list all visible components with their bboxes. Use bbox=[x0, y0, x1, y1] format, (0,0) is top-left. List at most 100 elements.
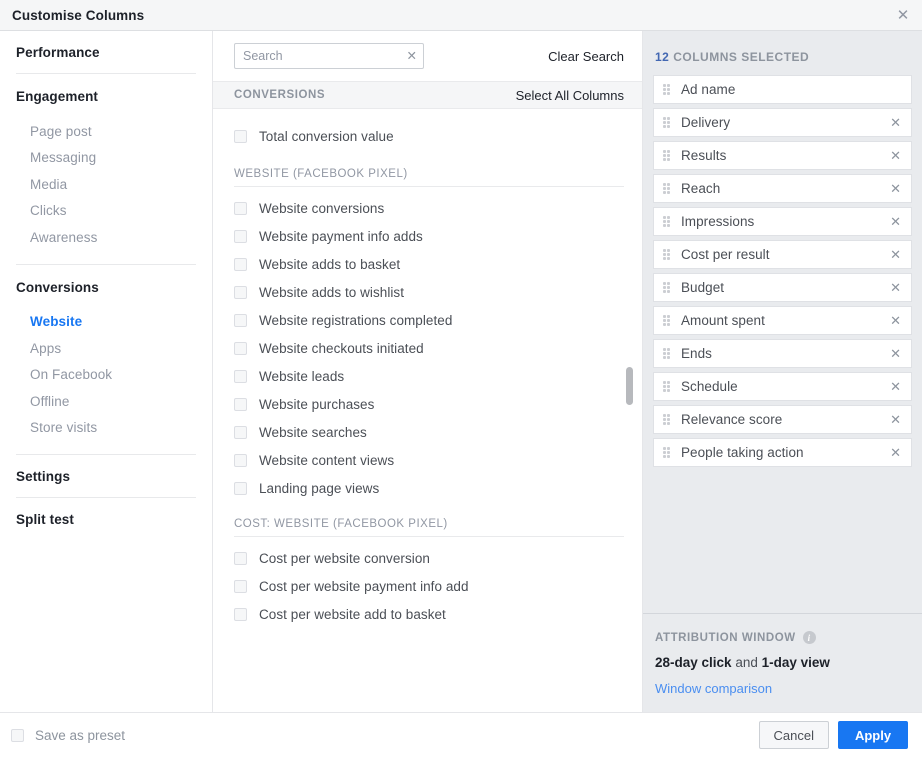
option-row[interactable]: Website leads bbox=[234, 362, 624, 390]
selected-column-chip[interactable]: Ends ✕ bbox=[653, 339, 912, 368]
selected-column-label: People taking action bbox=[681, 445, 804, 460]
sidebar-item-media[interactable]: Media bbox=[16, 171, 196, 198]
checkbox-box bbox=[11, 728, 24, 742]
clear-search-button[interactable]: Clear Search bbox=[548, 49, 624, 64]
sidebar-item-messaging[interactable]: Messaging bbox=[16, 145, 196, 172]
drag-handle-icon[interactable] bbox=[663, 348, 671, 359]
sidebar-item-clicks[interactable]: Clicks bbox=[16, 198, 196, 225]
sidebar-heading-conversions[interactable]: Conversions bbox=[16, 265, 196, 309]
checkbox-box[interactable] bbox=[234, 453, 247, 467]
option-row[interactable]: Total conversion value bbox=[234, 122, 624, 150]
option-row[interactable]: Website purchases bbox=[234, 390, 624, 418]
checkbox-box[interactable] bbox=[234, 425, 247, 439]
close-icon[interactable]: ✕ bbox=[892, 4, 914, 26]
selected-column-chip[interactable]: People taking action ✕ bbox=[653, 438, 912, 467]
option-row[interactable]: Website conversions bbox=[234, 194, 624, 222]
option-row[interactable]: Website adds to basket bbox=[234, 250, 624, 278]
checkbox-box[interactable] bbox=[234, 201, 247, 215]
drag-handle-icon[interactable] bbox=[663, 249, 671, 260]
drag-handle-icon[interactable] bbox=[663, 414, 671, 425]
sidebar-item-apps[interactable]: Apps bbox=[16, 335, 196, 362]
window-comparison-link[interactable]: Window comparison bbox=[655, 681, 910, 696]
apply-button[interactable]: Apply bbox=[838, 721, 908, 749]
search-input[interactable] bbox=[234, 43, 424, 69]
selected-column-chip[interactable]: Budget ✕ bbox=[653, 273, 912, 302]
sidebar-heading-engagement[interactable]: Engagement bbox=[16, 74, 196, 118]
remove-column-icon[interactable]: ✕ bbox=[888, 248, 903, 261]
remove-column-icon[interactable]: ✕ bbox=[888, 281, 903, 294]
footer-buttons: Cancel Apply bbox=[758, 721, 908, 749]
sidebar-item-awareness[interactable]: Awareness bbox=[16, 224, 196, 251]
attribution-value: 28-day click and 1-day view bbox=[655, 655, 910, 670]
option-row[interactable]: Cost per website add to basket bbox=[234, 600, 624, 628]
selected-column-chip[interactable]: Relevance score ✕ bbox=[653, 405, 912, 434]
selected-column-chip[interactable]: Results ✕ bbox=[653, 141, 912, 170]
checkbox-box[interactable] bbox=[234, 397, 247, 411]
drag-handle-icon[interactable] bbox=[663, 282, 671, 293]
attribution-heading-label: ATTRIBUTION WINDOW bbox=[655, 631, 796, 644]
selected-column-chip[interactable]: Ad name bbox=[653, 75, 912, 104]
sidebar-item-store-visits[interactable]: Store visits bbox=[16, 415, 196, 442]
checkbox-box[interactable] bbox=[234, 285, 247, 299]
option-row[interactable]: Website checkouts initiated bbox=[234, 334, 624, 362]
drag-handle-icon[interactable] bbox=[663, 381, 671, 392]
drag-handle-icon[interactable] bbox=[663, 183, 671, 194]
checkbox-box[interactable] bbox=[234, 341, 247, 355]
options-scrollbar-thumb[interactable] bbox=[626, 367, 633, 405]
checkbox-box[interactable] bbox=[234, 313, 247, 327]
save-as-preset-checkbox[interactable]: Save as preset bbox=[11, 728, 125, 743]
cancel-button[interactable]: Cancel bbox=[758, 721, 829, 749]
select-all-columns-button[interactable]: Select All Columns bbox=[516, 88, 624, 103]
remove-column-icon[interactable]: ✕ bbox=[888, 380, 903, 393]
sidebar-item-offline[interactable]: Offline bbox=[16, 388, 196, 415]
search-clear-icon[interactable]: ✕ bbox=[407, 50, 417, 63]
drag-handle-icon[interactable] bbox=[663, 84, 671, 95]
option-row[interactable]: Website searches bbox=[234, 418, 624, 446]
drag-handle-icon[interactable] bbox=[663, 117, 671, 128]
selected-column-chip[interactable]: Schedule ✕ bbox=[653, 372, 912, 401]
remove-column-icon[interactable]: ✕ bbox=[888, 215, 903, 228]
sidebar-item-on-facebook[interactable]: On Facebook bbox=[16, 362, 196, 389]
drag-handle-icon[interactable] bbox=[663, 150, 671, 161]
options-list: Total conversion value WEBSITE (FACEBOOK … bbox=[213, 109, 642, 712]
category-sidebar: Performance Engagement Page post Messaging M… bbox=[0, 31, 213, 712]
drag-handle-icon[interactable] bbox=[663, 447, 671, 458]
info-icon[interactable]: i bbox=[802, 631, 816, 644]
checkbox-box[interactable] bbox=[234, 607, 247, 621]
selected-column-chip[interactable]: Impressions ✕ bbox=[653, 207, 912, 236]
remove-column-icon[interactable]: ✕ bbox=[888, 116, 903, 129]
drag-handle-icon[interactable] bbox=[663, 216, 671, 227]
checkbox-box[interactable] bbox=[234, 579, 247, 593]
checkbox-box[interactable] bbox=[234, 551, 247, 565]
sidebar-item-website[interactable]: Website bbox=[16, 309, 196, 336]
checkbox-box[interactable] bbox=[234, 369, 247, 383]
selected-column-chip[interactable]: Delivery ✕ bbox=[653, 108, 912, 137]
checkbox-box[interactable] bbox=[234, 229, 247, 243]
remove-column-icon[interactable]: ✕ bbox=[888, 314, 903, 327]
remove-column-icon[interactable]: ✕ bbox=[888, 446, 903, 459]
sidebar-item-page-post[interactable]: Page post bbox=[16, 118, 196, 145]
option-row[interactable]: Website payment info adds bbox=[234, 222, 624, 250]
checkbox-box[interactable] bbox=[234, 257, 247, 271]
remove-column-icon[interactable]: ✕ bbox=[888, 182, 903, 195]
option-row[interactable]: Website content views bbox=[234, 446, 624, 474]
option-row[interactable]: Website adds to wishlist bbox=[234, 278, 624, 306]
option-row[interactable]: Cost per website conversion bbox=[234, 544, 624, 572]
selected-column-chip[interactable]: Amount spent ✕ bbox=[653, 306, 912, 335]
selected-column-chip[interactable]: Cost per result ✕ bbox=[653, 240, 912, 269]
checkbox-box[interactable] bbox=[234, 129, 247, 143]
remove-column-icon[interactable]: ✕ bbox=[888, 347, 903, 360]
selected-column-label: Amount spent bbox=[681, 313, 765, 328]
sidebar-heading-split-test[interactable]: Split test bbox=[16, 498, 196, 540]
sidebar-heading-performance[interactable]: Performance bbox=[16, 31, 196, 73]
option-label: Cost per website conversion bbox=[259, 550, 430, 566]
option-row[interactable]: Cost per website payment info add bbox=[234, 572, 624, 600]
checkbox-box[interactable] bbox=[234, 481, 247, 495]
selected-column-chip[interactable]: Reach ✕ bbox=[653, 174, 912, 203]
drag-handle-icon[interactable] bbox=[663, 315, 671, 326]
option-row[interactable]: Landing page views bbox=[234, 474, 624, 502]
remove-column-icon[interactable]: ✕ bbox=[888, 149, 903, 162]
remove-column-icon[interactable]: ✕ bbox=[888, 413, 903, 426]
sidebar-heading-settings[interactable]: Settings bbox=[16, 455, 196, 497]
option-row[interactable]: Website registrations completed bbox=[234, 306, 624, 334]
